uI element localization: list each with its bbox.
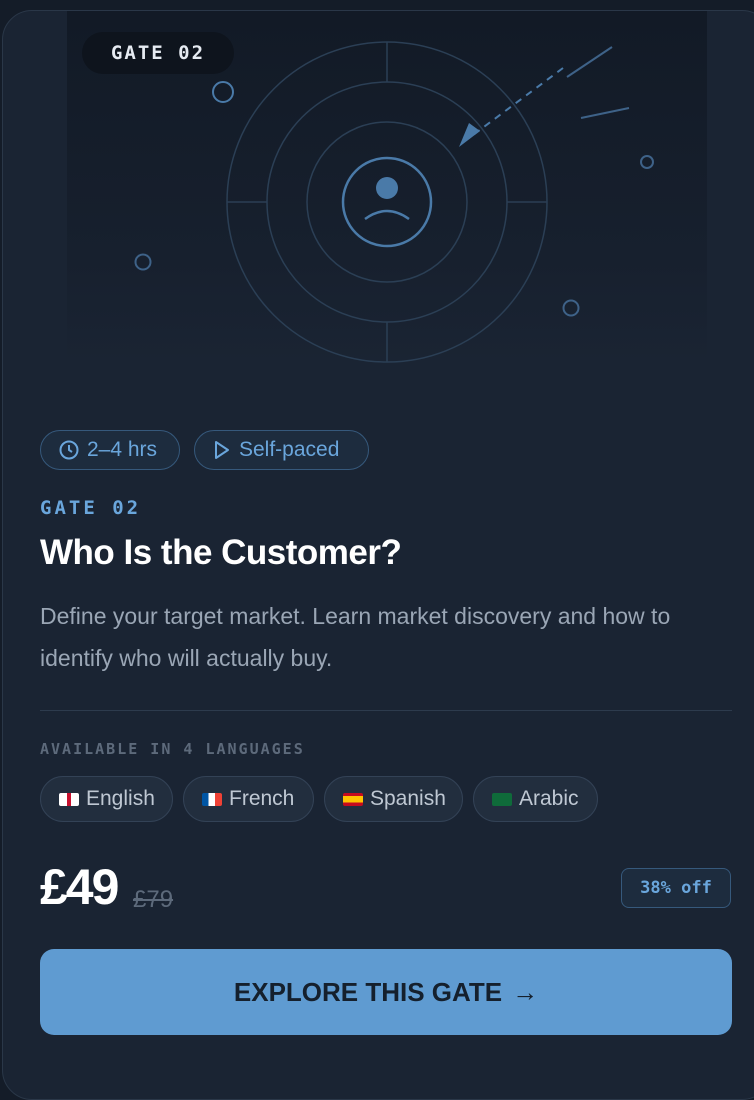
uk-flag-icon bbox=[59, 792, 79, 806]
france-flag-icon bbox=[202, 792, 222, 806]
gate-card: GATE 02 2–4 hrs Self-paced GATE 02 Who I… bbox=[2, 10, 754, 1100]
course-description: Define your target market. Learn market … bbox=[40, 603, 671, 671]
language-label: Arabic bbox=[519, 787, 579, 810]
original-price: £79 bbox=[133, 886, 174, 913]
spain-flag-icon bbox=[343, 792, 363, 806]
explore-gate-label: EXPLORE THIS GATE bbox=[233, 976, 503, 1007]
price: £49 bbox=[40, 859, 119, 915]
duration-label: 2–4 hrs bbox=[87, 438, 158, 461]
language-chip-french[interactable]: French bbox=[183, 776, 314, 822]
languages-heading: AVAILABLE IN 4 LANGUAGES bbox=[40, 740, 305, 758]
language-label: French bbox=[229, 787, 295, 810]
course-title: Who Is the Customer? bbox=[40, 533, 402, 572]
saudi-flag-icon bbox=[492, 792, 512, 806]
duration-pill: 2–4 hrs bbox=[40, 430, 180, 470]
pace-label: Self-paced bbox=[239, 438, 340, 461]
arrow-right-icon: → bbox=[512, 976, 539, 1007]
explore-gate-button[interactable]: EXPLORE THIS GATE → bbox=[40, 949, 732, 1035]
language-label: English bbox=[86, 787, 155, 810]
clock-icon bbox=[59, 440, 79, 460]
gate-badge: GATE 02 bbox=[82, 32, 234, 74]
play-icon bbox=[215, 441, 229, 459]
gate-eyebrow: GATE 02 bbox=[40, 497, 142, 519]
divider bbox=[40, 710, 732, 711]
discount-badge: 38% off bbox=[621, 868, 731, 908]
language-chip-arabic[interactable]: Arabic bbox=[473, 776, 598, 822]
pace-pill: Self-paced bbox=[194, 430, 369, 470]
language-chip-english[interactable]: English bbox=[40, 776, 173, 822]
language-label: Spanish bbox=[370, 787, 446, 810]
language-chip-spanish[interactable]: Spanish bbox=[324, 776, 463, 822]
